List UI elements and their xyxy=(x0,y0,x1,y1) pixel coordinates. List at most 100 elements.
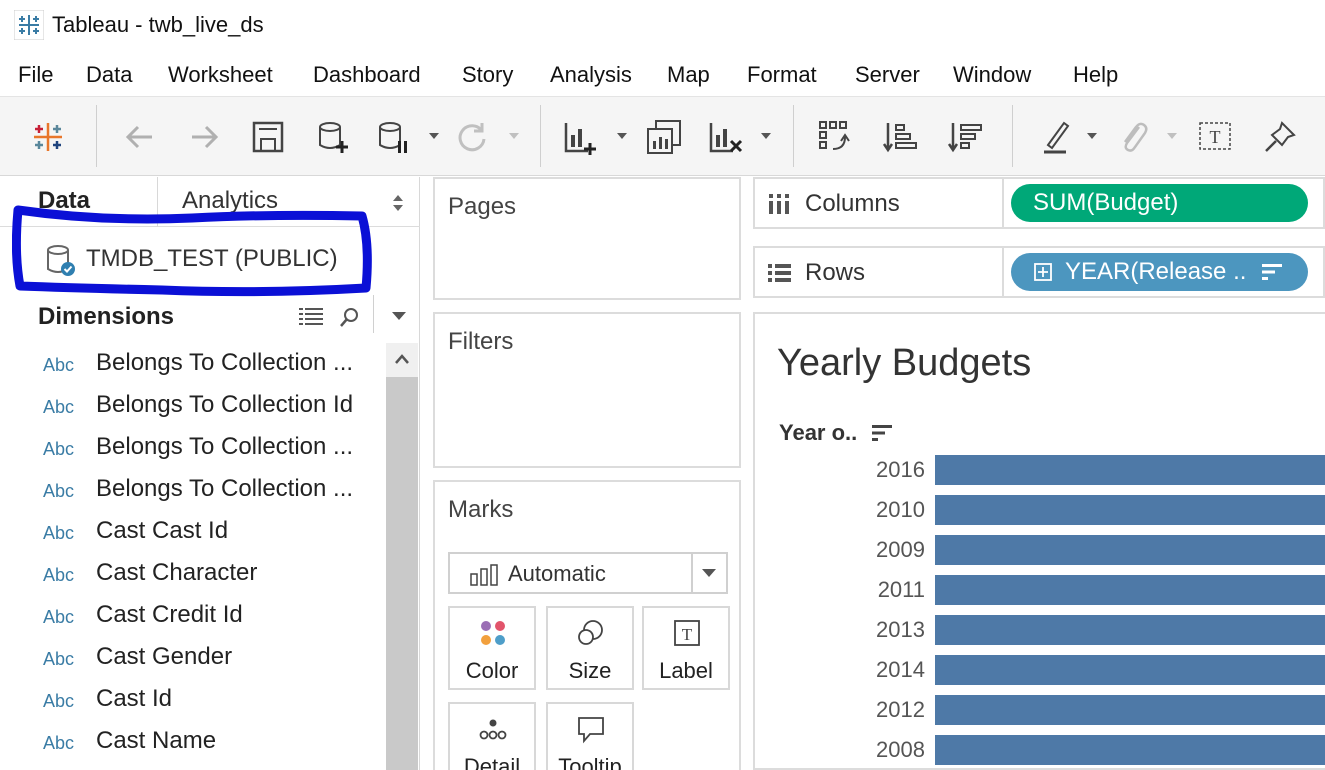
row-header: Year o.. xyxy=(779,420,858,445)
chevron-down-icon[interactable] xyxy=(1165,129,1179,143)
back-icon[interactable] xyxy=(120,117,160,157)
bar[interactable] xyxy=(935,695,1325,725)
list-item[interactable]: Abc Cast Character xyxy=(0,553,386,595)
header-divider xyxy=(373,295,374,333)
dimensions-title: Dimensions xyxy=(38,303,175,330)
list-item[interactable]: Abc Cast Cast Id xyxy=(0,511,386,553)
duplicate-sheet-icon[interactable] xyxy=(644,117,684,157)
size-icon xyxy=(578,620,603,645)
highlight-icon[interactable] xyxy=(1036,117,1076,157)
menu-dashboard[interactable]: Dashboard xyxy=(313,62,421,88)
swap-rows-columns-icon[interactable] xyxy=(815,117,855,157)
chevron-down-icon[interactable] xyxy=(390,309,408,323)
menu-window[interactable]: Window xyxy=(953,62,1031,88)
mark-type-dropdown[interactable]: Automatic xyxy=(448,552,728,594)
view-list-icon[interactable] xyxy=(298,305,324,329)
menu-analysis[interactable]: Analysis xyxy=(550,62,632,88)
field-list-scrollbar[interactable] xyxy=(386,343,418,770)
new-worksheet-icon[interactable] xyxy=(560,117,600,157)
pages-title: Pages xyxy=(448,193,517,220)
chevron-down-icon[interactable] xyxy=(1085,129,1099,143)
menu-story[interactable]: Story xyxy=(462,62,513,88)
category-label: 2012 xyxy=(876,697,925,722)
menu-server[interactable]: Server xyxy=(855,62,920,88)
chevron-down-icon[interactable] xyxy=(615,129,629,143)
pill-label: SUM(Budget) xyxy=(1033,189,1179,216)
sort-descending-icon[interactable] xyxy=(945,117,985,157)
pause-updates-icon[interactable] xyxy=(372,117,412,157)
forward-icon[interactable] xyxy=(184,117,224,157)
dimension-pill[interactable]: YEAR(Release .. xyxy=(1011,253,1308,291)
field-name: Belongs To Collection Id xyxy=(96,391,354,418)
clear-sheet-icon[interactable] xyxy=(705,117,745,157)
bar[interactable] xyxy=(935,535,1325,565)
bar[interactable] xyxy=(935,495,1325,525)
bar[interactable] xyxy=(935,615,1325,645)
refresh-icon[interactable] xyxy=(452,117,492,157)
search-icon[interactable] xyxy=(338,305,362,329)
bar[interactable] xyxy=(935,735,1325,765)
group-icon[interactable] xyxy=(1113,117,1153,157)
menu-worksheet[interactable]: Worksheet xyxy=(168,62,273,88)
datasource-item[interactable]: TMDB_TEST (PUBLIC) xyxy=(20,235,365,285)
pill-label: YEAR(Release .. xyxy=(1065,258,1247,285)
sort-descending-icon[interactable] xyxy=(871,424,893,442)
size-label: Size xyxy=(568,658,612,683)
list-item[interactable]: Abc Belongs To Collection ... xyxy=(0,343,386,385)
tooltip-button[interactable]: Tooltip xyxy=(546,702,634,770)
datasource-name: TMDB_TEST (PUBLIC) xyxy=(86,245,338,272)
menu-help[interactable]: Help xyxy=(1073,62,1118,88)
pin-icon[interactable] xyxy=(1260,117,1300,157)
string-type-icon: Abc xyxy=(43,481,75,501)
list-item[interactable]: Abc Cast Id xyxy=(0,679,386,721)
menu-bar: File Data Worksheet Dashboard Story Anal… xyxy=(0,52,1325,96)
rows-shelf[interactable]: Rows YEAR(Release .. xyxy=(753,246,1325,298)
dropdown-divider xyxy=(691,554,693,592)
list-item[interactable]: Abc Belongs To Collection Id xyxy=(0,385,386,427)
tab-analytics[interactable]: Analytics xyxy=(182,187,278,215)
menu-format[interactable]: Format xyxy=(747,62,817,88)
measure-pill[interactable]: SUM(Budget) xyxy=(1011,184,1308,222)
bar[interactable] xyxy=(935,655,1325,685)
pages-card[interactable]: Pages xyxy=(433,177,741,300)
color-label: Color xyxy=(465,658,519,683)
list-item[interactable]: Abc Cast Name xyxy=(0,721,386,763)
tableau-logo-icon[interactable] xyxy=(28,117,68,157)
shelf-divider xyxy=(1002,179,1004,227)
show-labels-icon[interactable]: T xyxy=(1196,117,1236,157)
scrollbar-thumb[interactable] xyxy=(386,377,418,770)
data-pane: Data Analytics TMDB_TEST (PUBLIC) Dimens… xyxy=(0,177,420,770)
up-down-icon[interactable] xyxy=(390,193,406,213)
filters-card[interactable]: Filters xyxy=(433,312,741,468)
save-icon[interactable] xyxy=(248,117,288,157)
expand-icon[interactable] xyxy=(1033,262,1053,282)
worksheet-title: Yearly Budgets xyxy=(777,342,1032,384)
string-type-icon: Abc xyxy=(43,691,75,711)
chevron-down-icon[interactable] xyxy=(759,129,773,143)
tab-data[interactable]: Data xyxy=(38,187,90,215)
category-label: 2016 xyxy=(876,457,925,482)
menu-data[interactable]: Data xyxy=(86,62,132,88)
dimensions-header: Dimensions xyxy=(0,295,420,339)
chevron-down-icon[interactable] xyxy=(427,129,441,143)
chevron-down-icon[interactable] xyxy=(700,566,718,580)
chevron-down-icon[interactable] xyxy=(507,129,521,143)
list-item[interactable]: Abc Belongs To Collection ... xyxy=(0,427,386,469)
menu-map[interactable]: Map xyxy=(667,62,710,88)
detail-button[interactable]: Detail xyxy=(448,702,536,770)
sort-ascending-icon[interactable] xyxy=(880,117,920,157)
worksheet-view[interactable]: Yearly Budgets Year o.. 2016 2010 2009 2011… xyxy=(753,312,1325,770)
label-label: Label xyxy=(659,658,713,683)
color-button[interactable]: Color xyxy=(448,606,536,690)
menu-file[interactable]: File xyxy=(18,62,53,88)
list-item[interactable]: Abc Belongs To Collection ... xyxy=(0,469,386,511)
bar[interactable] xyxy=(935,455,1325,485)
list-item[interactable]: Abc Cast Gender xyxy=(0,637,386,679)
size-button[interactable]: Size xyxy=(546,606,634,690)
new-data-source-icon[interactable] xyxy=(312,117,352,157)
label-button[interactable]: T Label xyxy=(642,606,730,690)
columns-shelf[interactable]: Columns SUM(Budget) xyxy=(753,177,1325,229)
scroll-up-icon[interactable] xyxy=(386,343,418,377)
bar[interactable] xyxy=(935,575,1325,605)
list-item[interactable]: Abc Cast Credit Id xyxy=(0,595,386,637)
